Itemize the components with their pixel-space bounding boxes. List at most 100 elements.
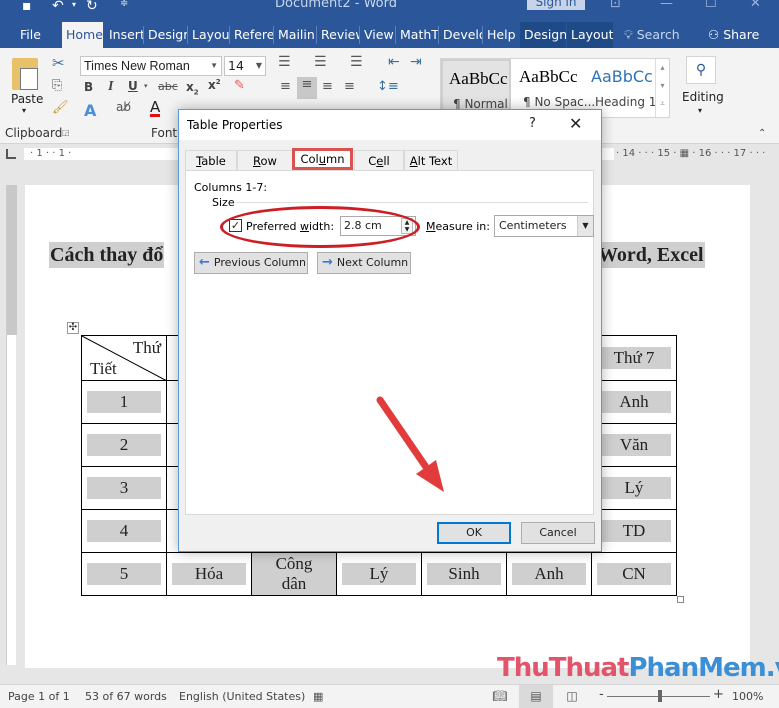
web-layout-icon[interactable]: ◫ [555, 685, 589, 708]
next-column-button[interactable]: → Next Column [317, 252, 411, 274]
decrease-indent-icon[interactable]: ⇤ [388, 54, 400, 70]
editing-button[interactable]: Editing [682, 90, 724, 104]
undo-icon[interactable]: ↶ [52, 0, 64, 14]
tab-cell[interactable]: Cell [354, 150, 404, 171]
vertical-scrollbar[interactable] [763, 163, 779, 668]
macro-recording-icon[interactable]: ▦ [313, 690, 323, 703]
highlight-color-icon[interactable]: ab̸ [116, 100, 131, 114]
clear-formatting-icon[interactable]: ✎ [234, 78, 245, 93]
tab-table[interactable]: Table [185, 150, 237, 171]
table-cell[interactable]: Văn [591, 423, 677, 467]
table-cell[interactable]: TD [591, 509, 677, 553]
justify-icon[interactable]: ≡ [344, 79, 355, 94]
table-cell[interactable]: Lý [591, 466, 677, 510]
close-icon[interactable]: ✕ [569, 114, 582, 133]
table-cell[interactable]: 5 [81, 552, 167, 596]
page-count[interactable]: Page 1 of 1 [8, 690, 70, 703]
numbering-icon[interactable]: ☰ [314, 54, 327, 70]
document-heading-end[interactable]: Word, Excel [597, 242, 705, 268]
table-cell-header[interactable]: Thứ Tiết [81, 335, 167, 381]
find-icon[interactable]: ⚲ [686, 56, 716, 84]
zoom-slider-thumb[interactable] [658, 690, 662, 702]
table-cell[interactable]: 1 [81, 380, 167, 424]
table-cell[interactable]: 2 [81, 423, 167, 467]
text-effects-icon[interactable]: A [84, 101, 96, 120]
tab-layout[interactable]: Layout [188, 22, 229, 48]
close-window-icon[interactable]: ✕ [750, 0, 761, 11]
undo-dropdown-icon[interactable]: ▾ [72, 0, 76, 9]
table-cell[interactable]: 4 [81, 509, 167, 553]
table-cell[interactable]: Anh [506, 552, 592, 596]
table-cell[interactable]: Thứ 7 [591, 335, 677, 381]
tab-home[interactable]: Home [62, 22, 103, 48]
maximize-icon[interactable]: ☐ [705, 0, 717, 11]
previous-column-button[interactable]: ← Previous Column [194, 252, 308, 274]
multilevel-list-icon[interactable]: ☰ [350, 54, 363, 70]
styles-scroll[interactable]: ▴ ▾ ⩡ [655, 59, 669, 117]
font-color-icon[interactable]: A [150, 100, 161, 117]
collapse-ribbon-icon[interactable]: ⌃ [758, 128, 766, 139]
tab-developer[interactable]: Develo [439, 22, 482, 48]
table-cell[interactable]: Anh [591, 380, 677, 424]
vertical-ruler[interactable] [6, 185, 17, 665]
superscript-button[interactable]: x2 [208, 78, 221, 92]
table-cell[interactable]: Sinh [421, 552, 507, 596]
subscript-button[interactable]: x2 [186, 80, 199, 96]
print-layout-icon[interactable]: ▤ [519, 685, 553, 708]
customize-qat-icon[interactable]: ≑ [120, 0, 128, 9]
share-button[interactable]: ⚇ Share [704, 22, 763, 48]
paste-button[interactable]: Paste [11, 92, 43, 106]
underline-button[interactable]: U [128, 79, 138, 93]
line-spacing-icon[interactable]: ↕≡ [377, 79, 399, 94]
tab-table-design[interactable]: Design [520, 22, 566, 48]
zoom-out-button[interactable]: - [599, 687, 604, 702]
ribbon-display-icon[interactable]: ⊡ [610, 0, 621, 11]
underline-dropdown-icon[interactable]: ▾ [144, 82, 148, 90]
tab-alt-text[interactable]: Alt Text [404, 150, 458, 171]
editing-dropdown-icon[interactable]: ▾ [698, 106, 702, 115]
strikethrough-button[interactable]: abc [158, 80, 178, 93]
measure-in-select[interactable]: Centimeters ▼ [494, 215, 594, 237]
bold-button[interactable]: B [84, 80, 93, 94]
language-status[interactable]: English (United States) [179, 690, 305, 703]
table-cell[interactable]: Hóa [166, 552, 252, 596]
tab-mathtype[interactable]: MathT: [396, 22, 438, 48]
tab-row[interactable]: Row [237, 150, 293, 171]
tab-help[interactable]: Help [483, 22, 519, 48]
help-icon[interactable]: ? [529, 116, 536, 131]
table-cell[interactable]: 3 [81, 466, 167, 510]
tab-file[interactable]: File [16, 22, 45, 48]
tab-insert[interactable]: Insert [105, 22, 143, 48]
paste-dropdown-icon[interactable]: ▾ [22, 106, 26, 115]
redo-icon[interactable]: ↻ [86, 0, 98, 14]
clipboard-launcher-icon[interactable]: ◲ [62, 128, 70, 137]
table-cell[interactable]: Lý [336, 552, 422, 596]
minimize-icon[interactable]: — [660, 0, 673, 11]
copy-icon[interactable]: ⎘ [52, 78, 62, 93]
format-painter-icon[interactable]: 🖌︎ [52, 100, 69, 115]
save-icon[interactable]: ▪ [22, 0, 32, 14]
tab-column[interactable]: Column [292, 148, 353, 170]
align-center-icon[interactable]: ≡ [297, 77, 317, 99]
tab-view[interactable]: View [360, 22, 395, 48]
dialog-title-bar[interactable]: Table Properties ? ✕ [179, 110, 601, 140]
word-count[interactable]: 53 of 67 words [85, 690, 167, 703]
read-mode-icon[interactable]: 📖︎ [483, 685, 517, 708]
search-box[interactable]: 💡︎ Search [620, 22, 684, 48]
tab-references[interactable]: Referei [230, 22, 273, 48]
increase-indent-icon[interactable]: ⇥ [410, 54, 422, 70]
table-resize-handle[interactable] [677, 596, 684, 603]
tab-review[interactable]: Review [317, 22, 359, 48]
zoom-in-button[interactable]: + [713, 687, 724, 702]
italic-button[interactable]: I [108, 79, 113, 95]
table-cell[interactable]: CN [591, 552, 677, 596]
tab-selector-icon[interactable] [6, 149, 16, 159]
font-name-select[interactable]: Times New Roman ▼ [80, 56, 222, 76]
cut-icon[interactable]: ✂ [52, 54, 65, 72]
zoom-level[interactable]: 100% [732, 690, 763, 703]
align-right-icon[interactable]: ≡ [322, 79, 333, 94]
align-left-icon[interactable]: ≡ [280, 79, 291, 94]
document-heading[interactable]: Cách thay đổ [49, 242, 165, 268]
tab-mailings[interactable]: Mailin [274, 22, 316, 48]
tab-design[interactable]: Desigr [144, 22, 187, 48]
